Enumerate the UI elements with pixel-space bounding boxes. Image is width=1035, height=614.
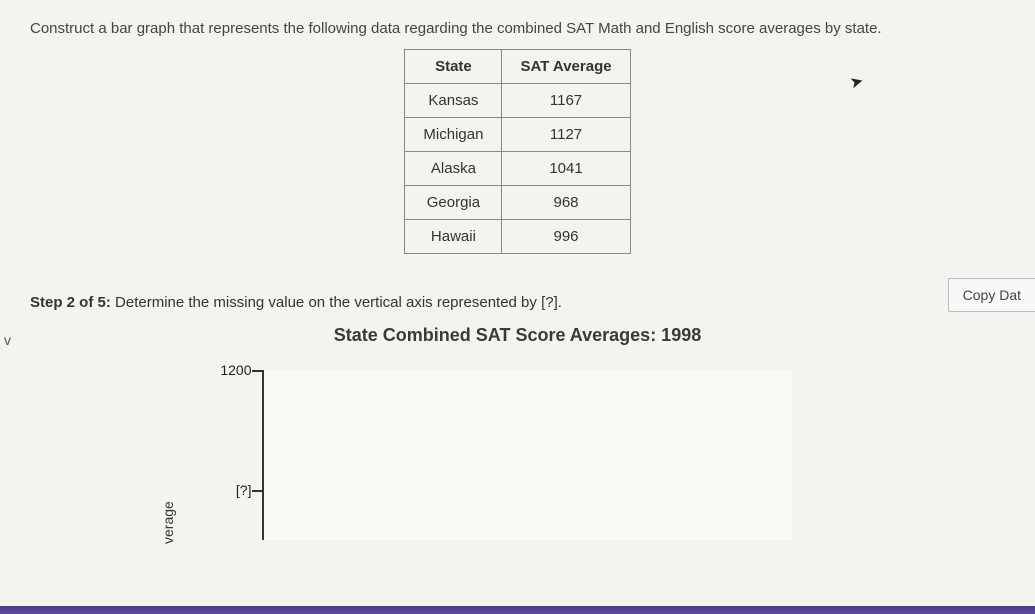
copy-data-button[interactable]: Copy Dat	[948, 278, 1035, 312]
plot-area	[262, 370, 792, 540]
step-label: Step 2 of 5:	[30, 294, 111, 311]
axis-tick	[252, 370, 262, 372]
cursor-icon: ➤	[848, 71, 866, 94]
table-header-state: State	[405, 50, 502, 84]
cell-value: 968	[502, 186, 630, 220]
axis-tick-label-unknown: [?]	[202, 482, 252, 498]
cell-state: Kansas	[405, 84, 502, 118]
axis-tick-label-1200: 1200	[202, 362, 252, 378]
cell-state: Hawaii	[405, 220, 502, 254]
step-instruction: Step 2 of 5: Determine the missing value…	[30, 294, 1035, 311]
cell-value: 996	[502, 220, 630, 254]
table-row: Georgia 968	[405, 186, 630, 220]
left-tab-fragment: v	[0, 330, 15, 350]
question-prompt: Construct a bar graph that represents th…	[30, 20, 1035, 37]
cell-state: Alaska	[405, 152, 502, 186]
table-row: Alaska 1041	[405, 152, 630, 186]
chart-area: 1200 [?] verage	[208, 364, 828, 544]
table-row: Michigan 1127	[405, 118, 630, 152]
cell-value: 1167	[502, 84, 630, 118]
cell-value: 1041	[502, 152, 630, 186]
axis-tick	[252, 490, 262, 492]
table-row: Kansas 1167	[405, 84, 630, 118]
chart-title: State Combined SAT Score Averages: 1998	[0, 325, 1035, 346]
step-text: Determine the missing value on the verti…	[111, 294, 562, 311]
bottom-bar	[0, 606, 1035, 614]
table-row: Hawaii 996	[405, 220, 630, 254]
cell-state: Georgia	[405, 186, 502, 220]
sat-data-table: State SAT Average Kansas 1167 Michigan 1…	[404, 49, 630, 254]
cell-value: 1127	[502, 118, 630, 152]
table-header-average: SAT Average	[502, 50, 630, 84]
y-axis-label-fragment: verage	[160, 501, 176, 544]
cell-state: Michigan	[405, 118, 502, 152]
